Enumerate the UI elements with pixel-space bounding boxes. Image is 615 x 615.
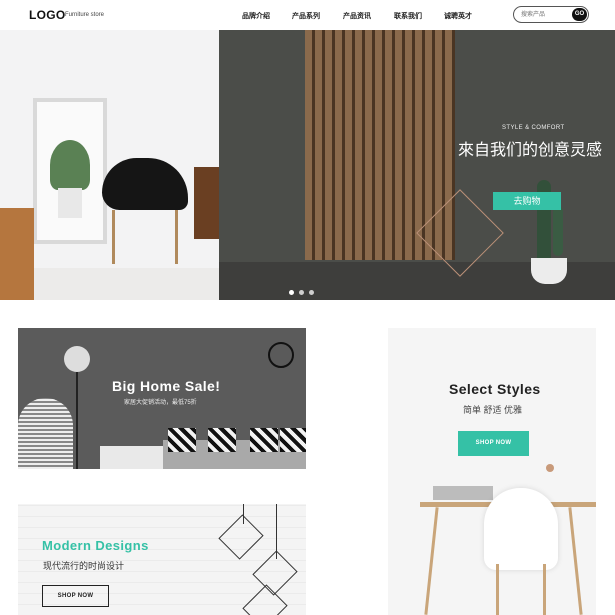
hero-title: 來自我们的创意灵感	[458, 142, 603, 159]
banner-styles-subtitle: 简单 舒适 优雅	[463, 405, 523, 415]
banner-styles-shop-button[interactable]: SHOP NOW	[458, 431, 529, 456]
slider-dot-3[interactable]	[309, 290, 314, 295]
vase	[546, 464, 554, 472]
nav-item-brand[interactable]: 品牌介绍	[242, 11, 270, 21]
pendant-lamp	[242, 584, 288, 615]
black-chair	[102, 158, 188, 210]
floor-lamp	[64, 346, 90, 372]
chair-legs	[496, 564, 546, 615]
pendant-lamp	[218, 514, 264, 560]
pillow	[208, 428, 236, 452]
search-button[interactable]: GO	[572, 8, 587, 21]
white-chair	[484, 488, 558, 570]
banner-select-styles[interactable]	[388, 328, 596, 615]
plant	[50, 140, 90, 190]
wire-chair	[18, 398, 73, 469]
wall-clock	[268, 342, 294, 368]
hero-image-living-room	[0, 30, 219, 300]
banner-modern-subtitle: 现代流行的时尚设计	[43, 561, 125, 571]
plant-pot	[58, 188, 82, 218]
pillow	[250, 428, 278, 452]
chair-legs	[112, 210, 178, 264]
desk-leg	[568, 507, 583, 615]
site-header: LOGO Furniture store 品牌介绍 产品系列 产品资讯 联系我们…	[0, 0, 615, 30]
sideboard	[194, 167, 219, 239]
hero-kicker: STYLE & COMFORT	[502, 125, 565, 131]
books	[433, 486, 493, 500]
search-box: GO	[513, 6, 589, 23]
nav-item-contact[interactable]: 联系我们	[394, 11, 422, 21]
cactus-pot	[531, 258, 567, 284]
banner-sale-title: Big Home Sale!	[112, 378, 221, 394]
nav-item-series[interactable]: 产品系列	[292, 11, 320, 21]
logo-tagline: Furniture store	[65, 12, 105, 18]
desk-leg	[424, 507, 439, 615]
logo[interactable]: LOGO	[29, 8, 66, 22]
pillow	[280, 428, 306, 452]
search-input[interactable]	[521, 10, 569, 20]
slider-dot-2[interactable]	[299, 290, 304, 295]
hero-shop-button[interactable]: 去购物	[493, 192, 561, 210]
cactus-arm	[553, 206, 563, 256]
banner-modern-title: Modern Designs	[42, 538, 149, 553]
slider-dot-1[interactable]	[289, 290, 294, 295]
banner-sale-subtitle: 家居大促销活动，最低75折	[124, 400, 197, 406]
pillow	[168, 428, 196, 452]
nav-item-careers[interactable]: 诚聘英才	[444, 11, 472, 21]
banner-styles-title: Select Styles	[449, 381, 541, 397]
hero-slider: STYLE & COMFORT 來自我们的创意灵感 去购物	[0, 30, 615, 300]
wooden-chair	[0, 208, 34, 300]
hero-image-wood-wall	[219, 30, 615, 300]
lamp-stand	[76, 372, 78, 469]
banner-modern-shop-button[interactable]: SHOP NOW	[42, 585, 109, 607]
nav-item-news[interactable]: 产品资讯	[343, 11, 371, 21]
pendant-lamp	[252, 550, 298, 596]
